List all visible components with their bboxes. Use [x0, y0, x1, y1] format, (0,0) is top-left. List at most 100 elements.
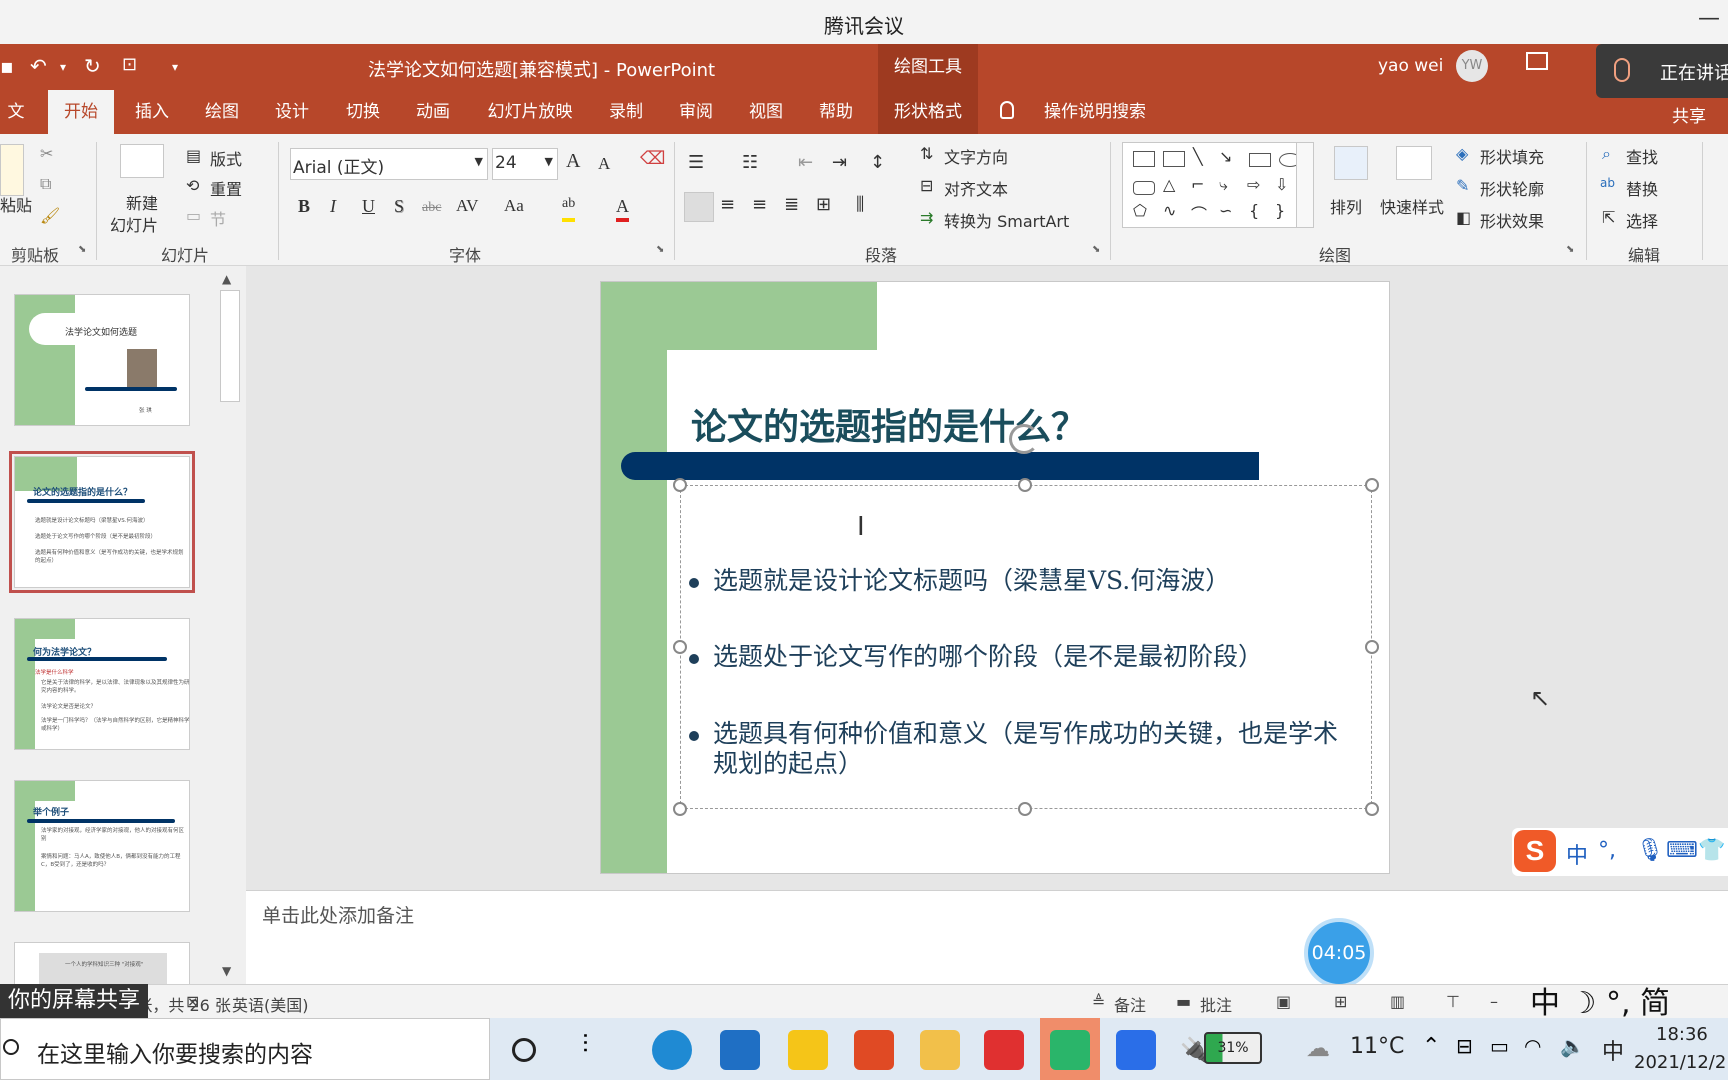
new-slide-label-2[interactable]: 幻灯片	[110, 212, 158, 236]
align-right-icon[interactable]: ≡	[752, 194, 767, 215]
new-slide-icon[interactable]	[120, 144, 164, 178]
line-spacing-icon[interactable]: ↕	[870, 152, 885, 173]
slide-thumbnail-1[interactable]: 法学论文如何选题 张 琪	[14, 294, 190, 426]
scroll-up-icon[interactable]: ▲	[222, 272, 231, 286]
smartart-icon[interactable]: ⇉	[920, 208, 933, 227]
scroll-down-icon[interactable]: ▼	[222, 964, 231, 978]
task-view-icon[interactable]: ⫶	[582, 1030, 622, 1070]
distributed-icon[interactable]: ⊞	[816, 194, 831, 215]
office-icon[interactable]	[854, 1030, 894, 1070]
right-brace-icon[interactable]: }	[1275, 201, 1285, 220]
quick-styles-button[interactable]: 快速样式	[1380, 194, 1444, 218]
find-button[interactable]: 查找	[1626, 144, 1658, 168]
shape-outline-icon[interactable]: ✎	[1456, 176, 1469, 195]
tab-record[interactable]: 录制	[598, 90, 654, 134]
convert-smartart-button[interactable]: 转换为 SmartArt	[944, 208, 1069, 232]
bullets-icon[interactable]: ☰	[688, 152, 704, 173]
wps-icon[interactable]	[984, 1030, 1024, 1070]
curve-icon[interactable]: ∽	[1219, 201, 1232, 220]
tab-home[interactable]: 开始	[48, 90, 114, 134]
ime-mode[interactable]: 中	[1566, 838, 1588, 870]
cortana-icon[interactable]	[512, 1038, 536, 1062]
arrow-icon[interactable]: ↘	[1219, 147, 1232, 166]
ime-tray[interactable]: 中	[1602, 1034, 1624, 1066]
triangle-icon[interactable]: △	[1163, 175, 1175, 194]
change-case-button[interactable]: Aa	[504, 196, 524, 216]
tab-file[interactable]: 文件	[0, 90, 32, 166]
textbox-icon[interactable]	[1133, 151, 1155, 167]
shape-effects-button[interactable]: 形状效果	[1480, 208, 1544, 232]
ime-punct[interactable]: °,	[1598, 838, 1616, 863]
customize-qat-icon[interactable]: ▾	[172, 60, 178, 74]
shape-outline-button[interactable]: 形状轮廓	[1480, 176, 1544, 200]
text-direction-button[interactable]: 文字方向	[944, 144, 1008, 168]
clipboard-launcher-icon[interactable]: ⬊	[78, 244, 86, 255]
recording-timer[interactable]: 04:05	[1304, 918, 1374, 988]
copy-icon[interactable]: ⧉	[40, 174, 51, 194]
sticky-notes-icon[interactable]	[788, 1030, 828, 1070]
tab-review[interactable]: 审阅	[668, 90, 724, 134]
shapes-gallery[interactable]: ╲ ↘ △ ⌐ ⤷ ⇨ ⇩ ⬠ ∿ ⌒ ∽ { }	[1122, 142, 1312, 228]
file-explorer-icon[interactable]	[920, 1030, 960, 1070]
reading-view-icon[interactable]: ▥	[1390, 992, 1405, 1011]
comments-button[interactable]: 批注	[1200, 992, 1232, 1016]
scrollbar-thumb[interactable]	[220, 290, 240, 402]
edge-icon[interactable]	[652, 1030, 692, 1070]
ime-toolbar[interactable]: S 中 °, 🎙 ⌨ 👕	[1512, 828, 1728, 876]
resize-handle[interactable]	[673, 802, 687, 816]
tab-view[interactable]: 视图	[738, 90, 794, 134]
paste-icon[interactable]	[0, 144, 24, 196]
volume-icon[interactable]: 🔈	[1560, 1034, 1600, 1074]
resize-handle[interactable]	[1018, 802, 1032, 816]
notes-icon[interactable]: ≜	[1092, 992, 1105, 1011]
reset-icon[interactable]: ⟲	[186, 176, 199, 195]
resize-handle[interactable]	[673, 478, 687, 492]
skin-icon[interactable]: 👕	[1698, 838, 1725, 863]
align-text-icon[interactable]: ⊟	[920, 176, 933, 195]
search-input[interactable]: 在这里输入你要搜索的内容	[37, 1035, 313, 1069]
tab-slideshow[interactable]: 幻灯片放映	[480, 90, 580, 134]
select-button[interactable]: 选择	[1626, 208, 1658, 232]
section-icon[interactable]: ▭	[186, 206, 201, 225]
ime-status[interactable]: 中 ☽ °, 简	[1530, 978, 1670, 1022]
tencent-meeting-icon[interactable]	[1116, 1030, 1156, 1070]
shrink-font-button[interactable]: A	[598, 154, 610, 174]
slide[interactable]: 论文的选题指的是什么？ I 选题就是设计论文标题吗（梁慧星VS.何海波） 选题处…	[600, 281, 1390, 874]
align-text-button[interactable]: 对齐文本	[944, 176, 1008, 200]
gallery-scroll[interactable]	[1296, 142, 1314, 228]
save-icon[interactable]: ▪	[0, 54, 14, 78]
comments-icon[interactable]: ▬	[1176, 992, 1191, 1011]
decrease-indent-icon[interactable]: ⇤	[798, 152, 813, 173]
font-name-select[interactable]: Arial (正文) ▼	[290, 148, 488, 180]
section-button[interactable]: 节	[210, 206, 226, 230]
clock-time[interactable]: 18:36	[1656, 1024, 1708, 1045]
slideshow-icon[interactable]: ⊤	[1446, 992, 1460, 1011]
undo-icon[interactable]: ↶	[30, 54, 47, 78]
highlight-color-icon[interactable]: ab	[562, 196, 576, 222]
font-color-icon[interactable]: A	[616, 196, 629, 222]
arrange-icon[interactable]	[1334, 146, 1368, 180]
grow-font-button[interactable]: A	[566, 150, 580, 173]
find-icon[interactable]: ⌕	[1602, 144, 1611, 164]
tab-help[interactable]: 帮助	[808, 90, 864, 134]
numbering-icon[interactable]: ☷	[742, 152, 758, 173]
tab-draw[interactable]: 绘图	[194, 90, 250, 134]
justify-icon[interactable]: ≣	[784, 194, 799, 215]
char-spacing-button[interactable]: AV	[456, 196, 478, 216]
slide-thumbnail-2[interactable]: 论文的选题指的是什么？ 选题就是设计论文标题吗（梁慧星VS.何海波） 选题处于论…	[9, 451, 195, 593]
tab-insert[interactable]: 插入	[124, 90, 180, 134]
resize-handle[interactable]	[1365, 802, 1379, 816]
ribbon-display-options-icon[interactable]	[1526, 52, 1548, 70]
new-slide-label-1[interactable]: 新建	[126, 190, 158, 214]
line-icon[interactable]: ╲	[1193, 147, 1203, 166]
wechat-icon[interactable]	[1050, 1030, 1090, 1070]
tab-animations[interactable]: 动画	[405, 90, 461, 134]
layout-icon[interactable]: ▤	[186, 146, 201, 165]
paragraph-launcher-icon[interactable]: ⬊	[1092, 244, 1100, 255]
italic-button[interactable]: I	[330, 196, 336, 217]
arrange-button[interactable]: 排列	[1330, 194, 1362, 218]
tab-transitions[interactable]: 切换	[335, 90, 391, 134]
notes-button[interactable]: 备注	[1114, 992, 1146, 1016]
down-arrow-icon[interactable]: ⇩	[1275, 175, 1288, 194]
columns-icon[interactable]: ⫼	[856, 194, 864, 215]
